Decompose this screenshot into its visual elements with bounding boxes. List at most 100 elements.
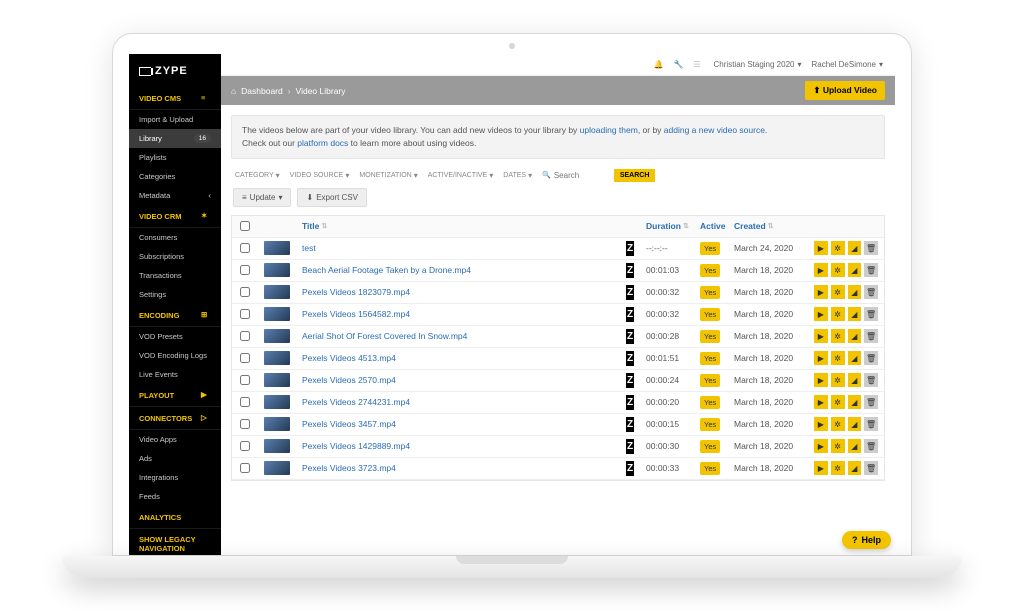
sidebar-item-vod-presets[interactable]: VOD Presets: [129, 327, 221, 346]
settings-button[interactable]: ✲: [831, 439, 845, 453]
row-checkbox[interactable]: [240, 265, 250, 275]
video-thumbnail[interactable]: [264, 461, 290, 475]
video-title-link[interactable]: Beach Aerial Footage Taken by a Drone.mp…: [296, 265, 620, 275]
settings-button[interactable]: ✲: [831, 329, 845, 343]
play-button[interactable]: ▶: [814, 461, 828, 475]
video-thumbnail[interactable]: [264, 351, 290, 365]
sidebar-section-encoding[interactable]: ENCODING⊞: [129, 304, 221, 327]
help-button[interactable]: ? Help: [842, 531, 891, 549]
video-thumbnail[interactable]: [264, 285, 290, 299]
sidebar-item-integrations[interactable]: Integrations: [129, 468, 221, 487]
video-title-link[interactable]: Pexels Videos 1429889.mp4: [296, 441, 620, 451]
sidebar-section-playout[interactable]: PLAYOUT▶: [129, 384, 221, 407]
search-input[interactable]: [554, 171, 604, 180]
home-icon[interactable]: ⌂: [231, 86, 236, 96]
sidebar-item-playlists[interactable]: Playlists: [129, 148, 221, 167]
bell-icon[interactable]: 🔔: [654, 60, 664, 70]
delete-button[interactable]: 🗑: [864, 263, 878, 277]
row-checkbox[interactable]: [240, 441, 250, 451]
video-title-link[interactable]: Pexels Videos 1564582.mp4: [296, 309, 620, 319]
video-thumbnail[interactable]: [264, 417, 290, 431]
upload-video-button[interactable]: ⬆ Upload Video: [805, 81, 885, 100]
sidebar-item-settings[interactable]: Settings: [129, 285, 221, 304]
settings-button[interactable]: ✲: [831, 285, 845, 299]
sidebar-item-metadata[interactable]: Metadata‹: [129, 186, 221, 205]
video-title-link[interactable]: Pexels Videos 3457.mp4: [296, 419, 620, 429]
sidebar-item-vod-encoding-logs[interactable]: VOD Encoding Logs: [129, 346, 221, 365]
video-thumbnail[interactable]: [264, 395, 290, 409]
settings-button[interactable]: ✲: [831, 307, 845, 321]
sidebar-section-video-crm[interactable]: VIDEO CRM✶: [129, 205, 221, 228]
col-duration[interactable]: Duration⇅: [640, 221, 694, 231]
video-thumbnail[interactable]: [264, 373, 290, 387]
play-button[interactable]: ▶: [814, 241, 828, 255]
play-button[interactable]: ▶: [814, 417, 828, 431]
settings-button[interactable]: ✲: [831, 417, 845, 431]
video-title-link[interactable]: Pexels Videos 3723.mp4: [296, 463, 620, 473]
sidebar-item-subscriptions[interactable]: Subscriptions: [129, 247, 221, 266]
analytics-button[interactable]: ◢: [848, 241, 862, 255]
delete-button[interactable]: 🗑: [864, 373, 878, 387]
analytics-button[interactable]: ◢: [848, 439, 862, 453]
delete-button[interactable]: 🗑: [864, 241, 878, 255]
sidebar-section-video-cms[interactable]: VIDEO CMS≡: [129, 87, 221, 110]
delete-button[interactable]: 🗑: [864, 329, 878, 343]
sidebar-item-feeds[interactable]: Feeds: [129, 487, 221, 506]
play-button[interactable]: ▶: [814, 439, 828, 453]
filter-monetization[interactable]: MONETIZATION▾: [359, 171, 417, 180]
play-button[interactable]: ▶: [814, 373, 828, 387]
analytics-button[interactable]: ◢: [848, 285, 862, 299]
analytics-button[interactable]: ◢: [848, 263, 862, 277]
col-title[interactable]: Title⇅: [296, 221, 620, 231]
analytics-button[interactable]: ◢: [848, 329, 862, 343]
analytics-button[interactable]: ◢: [848, 351, 862, 365]
delete-button[interactable]: 🗑: [864, 461, 878, 475]
analytics-button[interactable]: ◢: [848, 417, 862, 431]
sidebar-item-video-apps[interactable]: Video Apps: [129, 430, 221, 449]
video-title-link[interactable]: Pexels Videos 2744231.mp4: [296, 397, 620, 407]
update-button[interactable]: ≡Update▾: [233, 188, 291, 207]
sidebar-item-ads[interactable]: Ads: [129, 449, 221, 468]
settings-button[interactable]: ✲: [831, 461, 845, 475]
video-title-link[interactable]: Aerial Shot Of Forest Covered In Snow.mp…: [296, 331, 620, 341]
row-checkbox[interactable]: [240, 243, 250, 253]
search-button[interactable]: SEARCH: [614, 169, 656, 182]
sidebar-item-live-events[interactable]: Live Events: [129, 365, 221, 384]
video-title-link[interactable]: Pexels Videos 2570.mp4: [296, 375, 620, 385]
sidebar-section-show-legacy-navigation[interactable]: SHOW LEGACY NAVIGATION: [129, 529, 221, 555]
user-menu[interactable]: Rachel DeSimone▾: [812, 60, 884, 69]
row-checkbox[interactable]: [240, 353, 250, 363]
filter-category[interactable]: CATEGORY▾: [235, 171, 280, 180]
account-menu[interactable]: Christian Staging 2020▾: [714, 60, 802, 69]
video-title-link[interactable]: Pexels Videos 1823079.mp4: [296, 287, 620, 297]
video-title-link[interactable]: Pexels Videos 4513.mp4: [296, 353, 620, 363]
sidebar-section-analytics[interactable]: ANALYTICS: [129, 506, 221, 529]
analytics-button[interactable]: ◢: [848, 395, 862, 409]
row-checkbox[interactable]: [240, 375, 250, 385]
col-active[interactable]: Active: [694, 221, 728, 231]
video-thumbnail[interactable]: [264, 439, 290, 453]
row-checkbox[interactable]: [240, 463, 250, 473]
wrench-icon[interactable]: 🔧: [674, 60, 684, 70]
play-button[interactable]: ▶: [814, 329, 828, 343]
breadcrumb-dashboard[interactable]: Dashboard: [241, 86, 283, 96]
settings-button[interactable]: ✲: [831, 351, 845, 365]
delete-button[interactable]: 🗑: [864, 351, 878, 365]
delete-button[interactable]: 🗑: [864, 307, 878, 321]
video-thumbnail[interactable]: [264, 241, 290, 255]
new-source-link[interactable]: adding a new video source: [664, 125, 765, 135]
filter-dates[interactable]: DATES▾: [503, 171, 532, 180]
sidebar-item-import-upload[interactable]: Import & Upload: [129, 110, 221, 129]
video-thumbnail[interactable]: [264, 307, 290, 321]
filter-video-source[interactable]: VIDEO SOURCE▾: [290, 171, 350, 180]
play-button[interactable]: ▶: [814, 395, 828, 409]
row-checkbox[interactable]: [240, 309, 250, 319]
filter-active[interactable]: ACTIVE/INACTIVE▾: [428, 171, 494, 180]
row-checkbox[interactable]: [240, 419, 250, 429]
play-button[interactable]: ▶: [814, 285, 828, 299]
video-thumbnail[interactable]: [264, 263, 290, 277]
select-all-checkbox[interactable]: [240, 221, 250, 231]
delete-button[interactable]: 🗑: [864, 285, 878, 299]
uploading-link[interactable]: uploading them: [580, 125, 638, 135]
delete-button[interactable]: 🗑: [864, 395, 878, 409]
